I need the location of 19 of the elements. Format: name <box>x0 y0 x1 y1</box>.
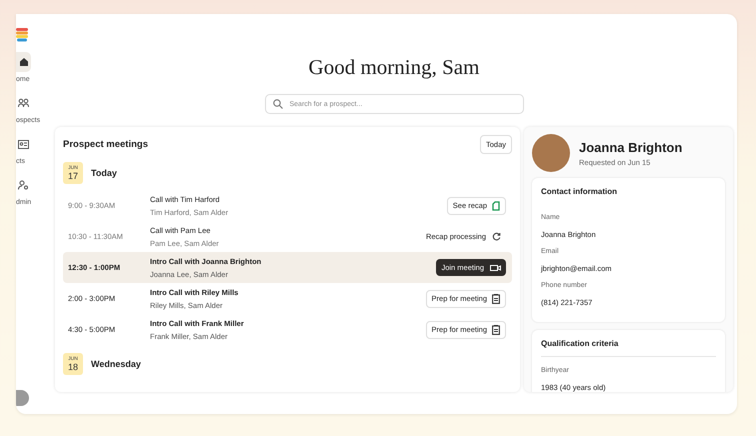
home-icon <box>18 57 28 67</box>
id-card-icon <box>18 140 29 148</box>
prospect-photo-placeholder <box>532 134 570 172</box>
refresh-icon <box>492 232 501 241</box>
clipboard-icon <box>492 324 500 334</box>
prospect-name: Joanna Brighton <box>579 140 682 154</box>
day-label: Wednesday <box>91 359 141 369</box>
clipboard-icon <box>492 294 500 304</box>
logo-icon <box>16 28 28 42</box>
card-title: Prospect meetings <box>63 139 148 150</box>
section-title: Contact information <box>541 187 618 196</box>
people-icon <box>18 98 29 108</box>
video-icon <box>490 264 501 272</box>
greeting-title: Good morning, Sam <box>308 55 480 80</box>
nav-button[interactable] <box>16 52 31 72</box>
document-icon <box>492 200 500 210</box>
section-title: Qualification criteria <box>541 339 716 357</box>
day-label: Today <box>91 168 117 178</box>
user-avatar[interactable] <box>16 390 29 406</box>
